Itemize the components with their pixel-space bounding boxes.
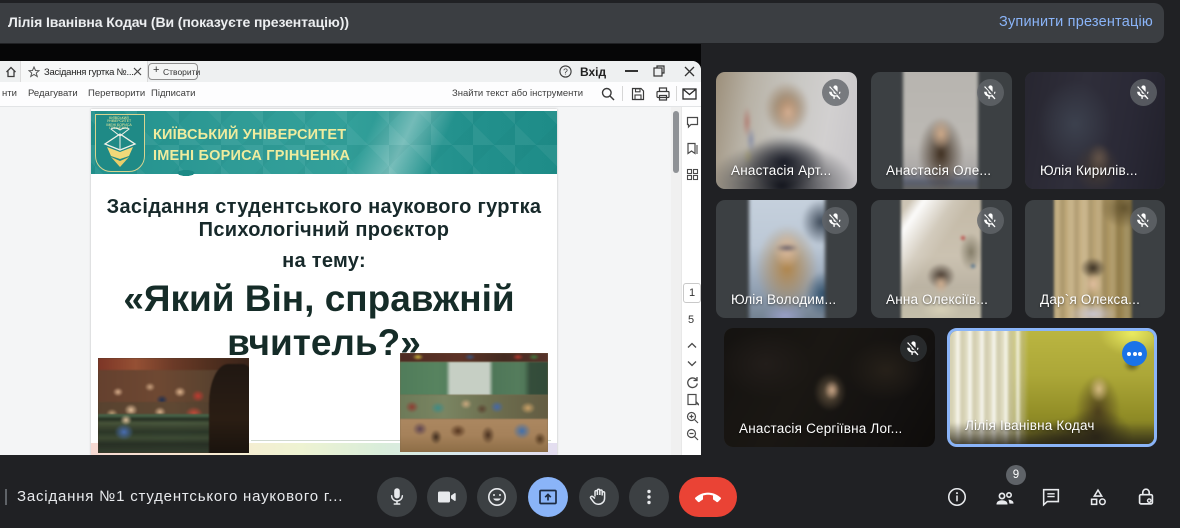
- svg-text:?: ?: [563, 66, 568, 76]
